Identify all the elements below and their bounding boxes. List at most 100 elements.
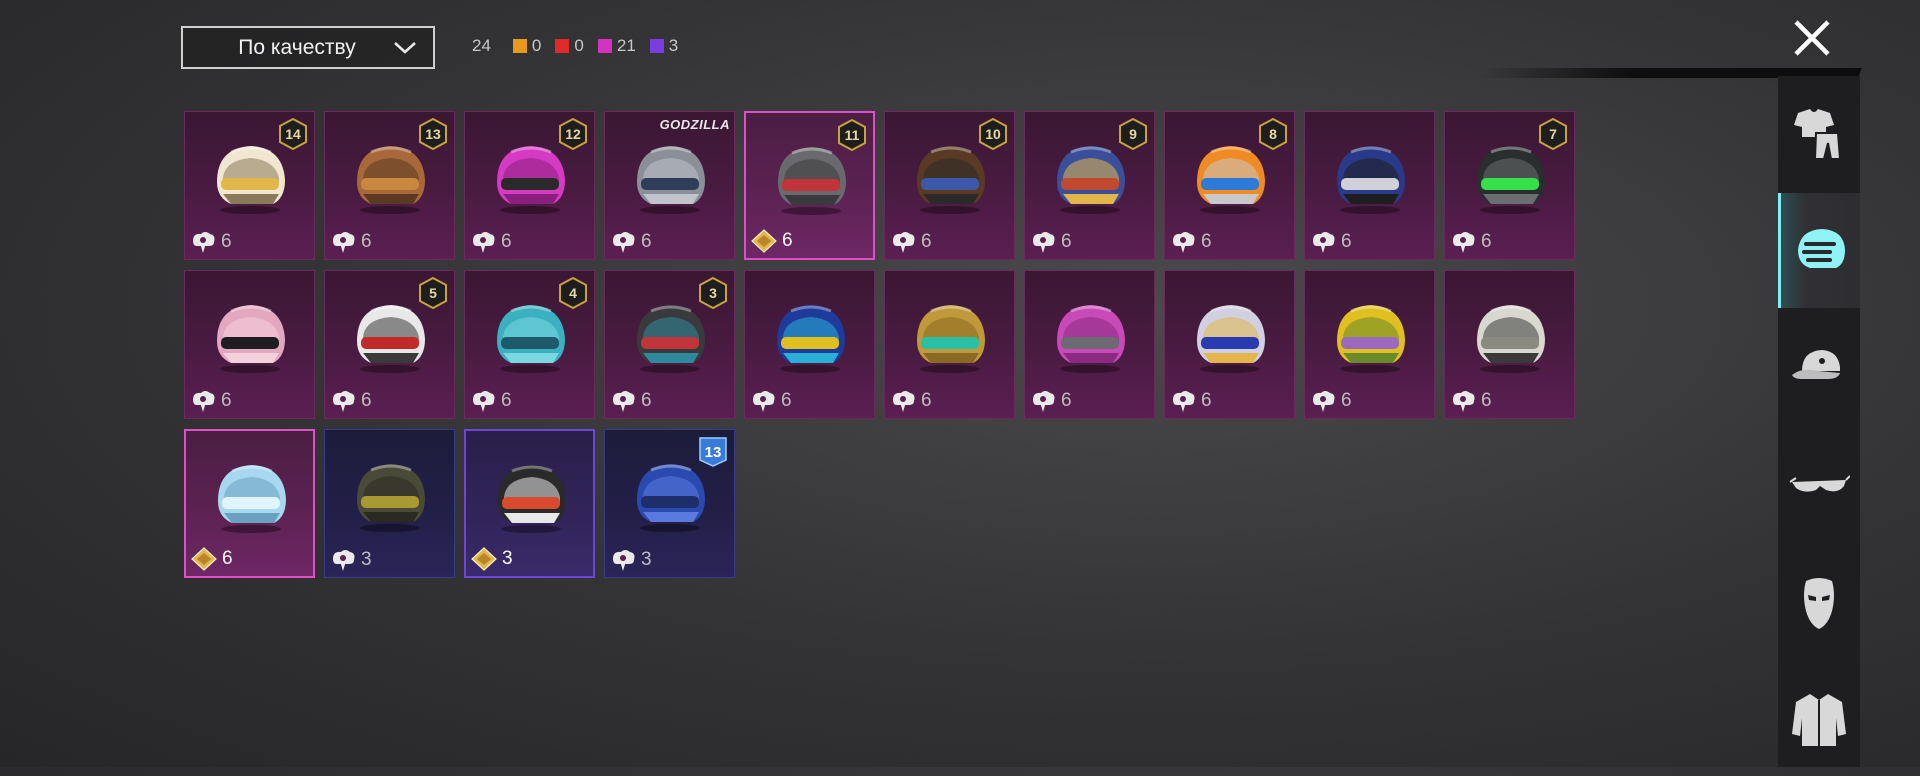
sidebar-item-jacket[interactable] (1778, 661, 1860, 776)
level-badge: 5 (419, 277, 447, 309)
inventory-item-card[interactable]: 6 (1164, 270, 1295, 419)
item-price-value: 6 (361, 231, 372, 252)
item-price: 3 (470, 546, 513, 572)
item-price: 6 (189, 229, 232, 255)
item-price: 6 (609, 388, 652, 414)
item-price-value: 3 (502, 548, 513, 569)
item-price: 6 (609, 229, 652, 255)
item-price-value: 6 (782, 230, 793, 251)
item-price-value: 6 (1061, 231, 1072, 252)
inventory-item-card[interactable]: 6 (184, 429, 315, 578)
inventory-item-card[interactable]: 36 (604, 270, 735, 419)
inventory-item-card[interactable]: 96 (1024, 111, 1155, 260)
helmet-icon (1197, 305, 1265, 373)
inventory-item-card[interactable]: 3 (464, 429, 595, 578)
coupon-currency-icon (1173, 232, 1195, 253)
item-brand-label: GODZILLA (659, 117, 730, 132)
inventory-item-card[interactable]: 6 (1304, 111, 1435, 260)
inventory-item-card[interactable]: 12 6 (464, 111, 595, 260)
sidebar-item-helmet[interactable] (1778, 193, 1860, 308)
coupon-currency-icon (333, 232, 355, 253)
inventory-item-card[interactable]: GODZILLA 6 (604, 111, 735, 260)
gem-currency-icon (191, 547, 217, 571)
level-badge: 11 (838, 119, 866, 151)
coupon-currency-icon (193, 391, 215, 412)
inventory-item-card[interactable]: 10 6 (884, 111, 1015, 260)
inventory-item-card[interactable]: 76 (1444, 111, 1575, 260)
sidebar-item-cap[interactable] (1778, 310, 1860, 425)
category-sidebar (1778, 76, 1860, 767)
inventory-item-card[interactable]: 56 (324, 270, 455, 419)
inventory-item-card[interactable]: 6 (1444, 270, 1575, 419)
item-price: 6 (889, 229, 932, 255)
rarity-count-value: 0 (574, 36, 584, 55)
rarity-mythic-count: 0 (555, 36, 584, 56)
coupon-currency-icon (193, 232, 215, 253)
item-price: 6 (1449, 229, 1492, 255)
helmet-icon (637, 146, 705, 214)
item-price-value: 6 (641, 231, 652, 252)
item-price: 6 (329, 229, 372, 255)
svg-text:13: 13 (705, 444, 722, 461)
inventory-item-card[interactable]: 6 (1304, 270, 1435, 419)
inventory-item-card[interactable]: 6 (884, 270, 1015, 419)
coupon-currency-icon (753, 391, 775, 412)
level-badge: 9 (1119, 118, 1147, 150)
chevron-down-icon (394, 42, 416, 54)
item-price-value: 6 (1201, 390, 1212, 411)
helmet-icon (217, 305, 285, 373)
svg-text:14: 14 (285, 126, 301, 142)
item-price: 6 (1449, 388, 1492, 414)
inventory-item-card[interactable]: 11 6 (744, 111, 875, 260)
rarity-swatch (649, 39, 664, 53)
coupon-currency-icon (613, 232, 635, 253)
inventory-item-card[interactable]: 3 (324, 429, 455, 578)
item-price-value: 6 (222, 548, 233, 569)
rarity-counts: 24 0 0 21 3 (472, 36, 692, 56)
jacket-icon (1792, 693, 1846, 746)
coupon-currency-icon (1173, 391, 1195, 412)
item-price-value: 6 (641, 390, 652, 411)
inventory-item-card[interactable]: 6 (184, 270, 315, 419)
svg-text:7: 7 (1549, 126, 1557, 142)
gem-currency-icon (471, 547, 497, 571)
coupon-currency-icon (473, 232, 495, 253)
inventory-item-card[interactable]: 14 6 (184, 111, 315, 260)
rarity-count-value: 3 (668, 36, 679, 55)
item-price: 6 (190, 546, 233, 572)
item-price-value: 6 (1201, 231, 1212, 252)
helmet-icon (1337, 146, 1405, 214)
item-price-value: 6 (221, 231, 232, 252)
svg-text:12: 12 (565, 126, 581, 142)
level-badge: 8 (1259, 118, 1287, 150)
glasses-icon (1789, 474, 1850, 492)
coupon-currency-icon (1453, 232, 1475, 253)
item-price-value: 6 (781, 390, 792, 411)
coupon-currency-icon (1033, 232, 1055, 253)
item-price-value: 6 (501, 390, 512, 411)
item-price: 6 (1169, 229, 1212, 255)
sidebar-item-mask[interactable] (1778, 544, 1860, 659)
coupon-currency-icon (1313, 232, 1335, 253)
item-price-value: 6 (361, 390, 372, 411)
inventory-item-card[interactable]: 6 (744, 270, 875, 419)
inventory-item-card[interactable]: 13 3 (604, 429, 735, 578)
inventory-item-card[interactable]: 46 (464, 270, 595, 419)
inventory-item-card[interactable]: 86 (1164, 111, 1295, 260)
inventory-item-card[interactable]: 6 (1024, 270, 1155, 419)
coupon-currency-icon (1453, 391, 1475, 412)
sidebar-item-outfit[interactable] (1778, 76, 1860, 191)
helmet-icon (917, 305, 985, 373)
item-price: 6 (750, 228, 793, 254)
rarity-count-value: 21 (616, 36, 636, 55)
svg-text:5: 5 (429, 285, 437, 301)
close-icon[interactable] (1792, 18, 1832, 58)
coupon-currency-icon (473, 391, 495, 412)
level-badge: 12 (559, 118, 587, 150)
level-badge: 10 (979, 118, 1007, 150)
item-price: 6 (889, 388, 932, 414)
inventory-item-card[interactable]: 13 6 (324, 111, 455, 260)
sort-dropdown[interactable]: По качеству (181, 26, 435, 69)
item-price-value: 3 (361, 549, 372, 570)
sidebar-item-glasses[interactable] (1778, 427, 1860, 542)
